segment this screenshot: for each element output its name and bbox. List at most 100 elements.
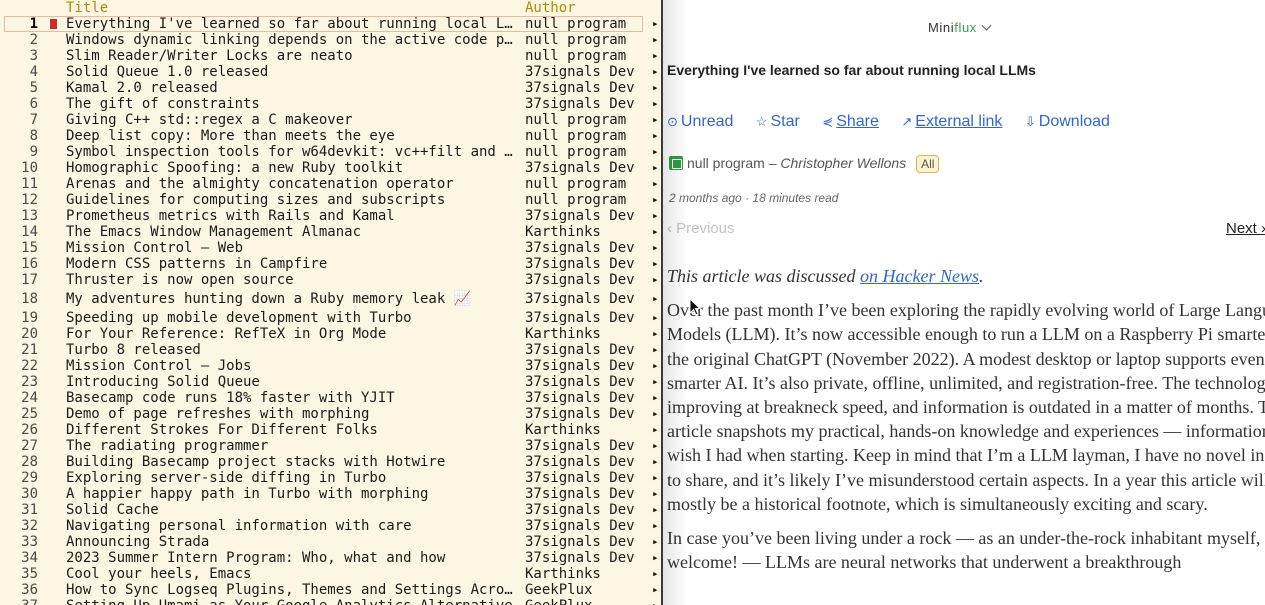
star-button[interactable]: ☆ Star [756, 113, 800, 131]
row-title[interactable]: Thruster is now open source [66, 272, 518, 288]
previous-link[interactable]: ‹ Previous [667, 220, 735, 237]
entry-row[interactable]: 33 Announcing Strada 37signals Dev ▸ [0, 534, 661, 550]
row-open-arrow-icon[interactable]: ▸ [652, 390, 659, 406]
row-open-arrow-icon[interactable]: ▸ [652, 288, 659, 310]
entry-row[interactable]: 15 Mission Control — Web 37signals Dev ▸ [0, 240, 661, 256]
entry-row[interactable]: 25 Demo of page refreshes with morphing 37… [0, 406, 661, 422]
row-title[interactable]: Everything I've learned so far about run… [66, 16, 518, 32]
column-header-author[interactable]: Author [525, 0, 576, 16]
row-open-arrow-icon[interactable]: ▸ [652, 240, 659, 256]
row-open-arrow-icon[interactable]: ▸ [652, 438, 659, 454]
entry-row[interactable]: 7 Giving C++ std::regex a C makeover null … [0, 112, 661, 128]
row-title[interactable]: Building Basecamp project stacks with Ho… [66, 454, 518, 470]
row-open-arrow-icon[interactable]: ▸ [652, 550, 659, 566]
unread-button[interactable]: ⊙ Unread [667, 113, 733, 131]
row-open-arrow-icon[interactable]: ▸ [652, 422, 659, 438]
entry-row[interactable]: 9 Symbol inspection tools for w64devkit: … [0, 144, 661, 160]
entry-row[interactable]: 34 2023 Summer Intern Program: Who, what … [0, 550, 661, 566]
entry-row[interactable]: 28 Building Basecamp project stacks with … [0, 454, 661, 470]
share-button[interactable]: ⋞ Share [822, 113, 879, 131]
external-link-button[interactable]: ↗ External link [901, 113, 1002, 131]
row-open-arrow-icon[interactable]: ▸ [652, 518, 659, 534]
row-open-arrow-icon[interactable]: ▸ [652, 32, 659, 48]
entry-row[interactable]: 10 Homographic Spoofing: a new Ruby toolk… [0, 160, 661, 176]
entry-row[interactable]: 14 The Emacs Window Management Almanac Kar… [0, 224, 661, 240]
entry-row[interactable]: 2 Windows dynamic linking depends on the … [0, 32, 661, 48]
entry-row[interactable]: 6 The gift of constraints 37signals Dev ▸ [0, 96, 661, 112]
row-title[interactable]: My adventures hunting down a Ruby memory… [66, 288, 518, 310]
entry-row[interactable]: 32 Navigating personal information with c… [0, 518, 661, 534]
entry-row[interactable]: 23 Introducing Solid Queue 37signals Dev ▸ [0, 374, 661, 390]
row-open-arrow-icon[interactable]: ▸ [652, 176, 659, 192]
row-open-arrow-icon[interactable]: ▸ [652, 192, 659, 208]
row-open-arrow-icon[interactable]: ▸ [652, 128, 659, 144]
entry-row[interactable]: 12 Guidelines for computing sizes and sub… [0, 192, 661, 208]
entry-row[interactable]: 1 Everything I've learned so far about ru… [4, 16, 659, 32]
row-open-arrow-icon[interactable]: ▸ [652, 374, 659, 390]
row-title[interactable]: Solid Queue 1.0 released [66, 64, 518, 80]
row-open-arrow-icon[interactable]: ▸ [652, 342, 659, 358]
row-open-arrow-icon[interactable]: ▸ [652, 48, 659, 64]
row-open-arrow-icon[interactable]: ▸ [652, 112, 659, 128]
row-open-arrow-icon[interactable]: ▸ [652, 310, 659, 326]
column-header-title[interactable]: Title [66, 0, 108, 16]
category-badge[interactable]: All [916, 155, 940, 173]
row-title[interactable]: How to Sync Logseq Plugins, Themes and S… [66, 582, 518, 598]
entry-row[interactable]: 17 Thruster is now open source 37signals D… [0, 272, 661, 288]
row-open-arrow-icon[interactable]: ▸ [652, 64, 659, 80]
download-button[interactable]: ⇩ Download [1025, 113, 1110, 131]
row-open-arrow-icon[interactable]: ▸ [652, 582, 659, 598]
row-open-arrow-icon[interactable]: ▸ [652, 160, 659, 176]
entry-row[interactable]: 5 Kamal 2.0 released 37signals Dev ▸ [0, 80, 661, 96]
row-title[interactable]: Cool your heels, Emacs [66, 566, 518, 582]
hacker-news-link[interactable]: on Hacker News [860, 266, 979, 286]
entry-row[interactable]: 22 Mission Control — Jobs 37signals Dev ▸ [0, 358, 661, 374]
row-title[interactable]: Prometheus metrics with Rails and Kamal [66, 208, 518, 224]
row-title[interactable]: Different Strokes For Different Folks [66, 422, 518, 438]
entry-row[interactable]: 29 Exploring server-side diffing in Turbo… [0, 470, 661, 486]
row-title[interactable]: Windows dynamic linking depends on the a… [66, 32, 518, 48]
row-title[interactable]: Announcing Strada [66, 534, 518, 550]
row-open-arrow-icon[interactable]: ▸ [652, 256, 659, 272]
row-title[interactable]: Guidelines for computing sizes and subsc… [66, 192, 518, 208]
row-title[interactable]: Solid Cache [66, 502, 518, 518]
entry-row[interactable]: 37 Setting Up Umami as Your Google Analyt… [0, 598, 661, 605]
entry-row[interactable]: 24 Basecamp code runs 18% faster with YJI… [0, 390, 661, 406]
entry-row[interactable]: 35 Cool your heels, Emacs Karthinks ▸ [0, 566, 661, 582]
row-title[interactable]: A happier happy path in Turbo with morph… [66, 486, 518, 502]
row-title[interactable]: Kamal 2.0 released [66, 80, 518, 96]
row-title[interactable]: 2023 Summer Intern Program: Who, what an… [66, 550, 518, 566]
row-title[interactable]: Homographic Spoofing: a new Ruby toolkit [66, 160, 518, 176]
row-open-arrow-icon[interactable]: ▸ [652, 454, 659, 470]
row-open-arrow-icon[interactable]: ▸ [652, 16, 659, 32]
row-title[interactable]: Introducing Solid Queue [66, 374, 518, 390]
entry-row[interactable]: 11 Arenas and the almighty concatenation … [0, 176, 661, 192]
row-open-arrow-icon[interactable]: ▸ [652, 224, 659, 240]
entry-row[interactable]: 16 Modern CSS patterns in Campfire 37signa… [0, 256, 661, 272]
miniflux-menu[interactable]: Miniflux [928, 20, 992, 35]
feed-name[interactable]: null program [687, 155, 765, 171]
row-open-arrow-icon[interactable]: ▸ [652, 470, 659, 486]
row-open-arrow-icon[interactable]: ▸ [652, 80, 659, 96]
row-open-arrow-icon[interactable]: ▸ [652, 326, 659, 342]
entry-row[interactable]: 30 A happier happy path in Turbo with mor… [0, 486, 661, 502]
row-title[interactable]: Turbo 8 released [66, 342, 518, 358]
entry-row[interactable]: 36 How to Sync Logseq Plugins, Themes and… [0, 582, 661, 598]
row-open-arrow-icon[interactable]: ▸ [652, 96, 659, 112]
row-title[interactable]: The radiating programmer [66, 438, 518, 454]
entry-row[interactable]: 31 Solid Cache 37signals Dev ▸ [0, 502, 661, 518]
row-title[interactable]: Speeding up mobile development with Turb… [66, 310, 518, 326]
row-title[interactable]: Exploring server-side diffing in Turbo [66, 470, 518, 486]
entry-row[interactable]: 26 Different Strokes For Different Folks K… [0, 422, 661, 438]
row-title[interactable]: Symbol inspection tools for w64devkit: v… [66, 144, 518, 160]
row-title[interactable]: Mission Control — Web [66, 240, 518, 256]
row-title[interactable]: Basecamp code runs 18% faster with YJIT [66, 390, 518, 406]
row-title[interactable]: Arenas and the almighty concatenation op… [66, 176, 518, 192]
row-open-arrow-icon[interactable]: ▸ [652, 272, 659, 288]
row-title[interactable]: Giving C++ std::regex a C makeover [66, 112, 518, 128]
entry-row[interactable]: 8 Deep list copy: More than meets the eye… [0, 128, 661, 144]
row-open-arrow-icon[interactable]: ▸ [652, 502, 659, 518]
row-open-arrow-icon[interactable]: ▸ [652, 566, 659, 582]
row-title[interactable]: The gift of constraints [66, 96, 518, 112]
row-open-arrow-icon[interactable]: ▸ [652, 406, 659, 422]
